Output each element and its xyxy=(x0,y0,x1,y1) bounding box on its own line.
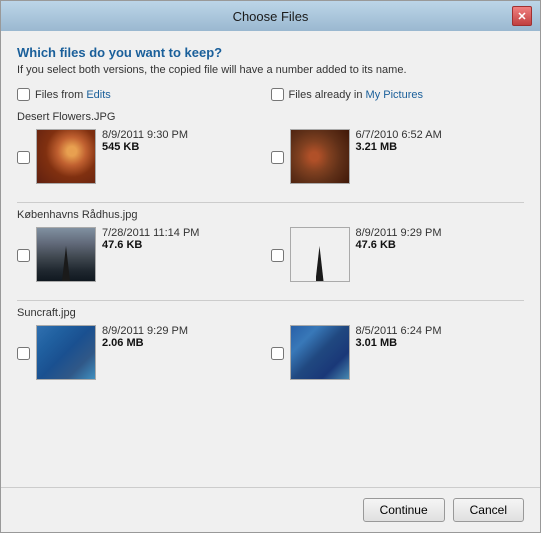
left-column-header: Files from Edits xyxy=(17,88,271,101)
file-checkbox-left-2[interactable] xyxy=(17,347,30,360)
file-date-right-1: 8/9/2011 9:29 PM xyxy=(356,227,442,239)
cancel-button[interactable]: Cancel xyxy=(453,498,524,522)
file-info-right-2: 8/5/2011 6:24 PM 3.01 MB xyxy=(356,325,442,349)
file-date-right-2: 8/5/2011 6:24 PM xyxy=(356,325,442,337)
continue-button[interactable]: Continue xyxy=(363,498,445,522)
file-group-1: Københavns Rådhus.jpg 7/28/2011 11:14 PM… xyxy=(17,209,524,286)
file-name-1: Københavns Rådhus.jpg xyxy=(17,209,524,221)
subtitle-text: If you select both versions, the copied … xyxy=(17,64,524,76)
file-name-0: Desert Flowers.JPG xyxy=(17,111,524,123)
file-size-right-0: 3.21 MB xyxy=(356,141,442,153)
file-size-right-2: 3.01 MB xyxy=(356,337,442,349)
file-size-right-1: 47.6 KB xyxy=(356,239,442,251)
my-pictures-link[interactable]: My Pictures xyxy=(366,89,423,101)
title-bar: Choose Files ✕ xyxy=(1,1,540,31)
file-info-left-1: 7/28/2011 11:14 PM 47.6 KB xyxy=(102,227,199,251)
file-checkbox-right-2[interactable] xyxy=(271,347,284,360)
file-col-right-2: 8/5/2011 6:24 PM 3.01 MB xyxy=(271,325,525,380)
file-group-2: Suncraft.jpg 8/9/2011 9:29 PM 2.06 MB 8/… xyxy=(17,307,524,384)
thumbnail-right-1 xyxy=(290,227,350,282)
spire-left xyxy=(62,246,70,281)
file-info-right-0: 6/7/2010 6:52 AM 3.21 MB xyxy=(356,129,442,153)
dialog-footer: Continue Cancel xyxy=(1,487,540,532)
file-group-0: Desert Flowers.JPG 8/9/2011 9:30 PM 545 … xyxy=(17,111,524,188)
file-col-right-0: 6/7/2010 6:52 AM 3.21 MB xyxy=(271,129,525,184)
question-text: Which files do you want to keep? xyxy=(17,45,524,60)
file-name-2: Suncraft.jpg xyxy=(17,307,524,319)
file-size-left-1: 47.6 KB xyxy=(102,239,199,251)
right-column-header: Files already in My Pictures xyxy=(271,88,525,101)
thumbnail-right-2 xyxy=(290,325,350,380)
file-date-left-1: 7/28/2011 11:14 PM xyxy=(102,227,199,239)
edits-link[interactable]: Edits xyxy=(86,89,110,101)
divider-2 xyxy=(17,300,524,301)
file-checkbox-left-1[interactable] xyxy=(17,249,30,262)
divider-1 xyxy=(17,202,524,203)
file-info-right-1: 8/9/2011 9:29 PM 47.6 KB xyxy=(356,227,442,251)
file-date-right-0: 6/7/2010 6:52 AM xyxy=(356,129,442,141)
file-checkbox-left-0[interactable] xyxy=(17,151,30,164)
file-date-left-2: 8/9/2011 9:29 PM xyxy=(102,325,188,337)
file-col-right-1: 8/9/2011 9:29 PM 47.6 KB xyxy=(271,227,525,282)
file-row-1: 7/28/2011 11:14 PM 47.6 KB 8/9/2011 9:29… xyxy=(17,227,524,282)
spire-right xyxy=(316,246,324,281)
thumbnail-left-1 xyxy=(36,227,96,282)
file-col-left-1: 7/28/2011 11:14 PM 47.6 KB xyxy=(17,227,271,282)
file-row-0: 8/9/2011 9:30 PM 545 KB 6/7/2010 6:52 AM… xyxy=(17,129,524,184)
thumbnail-left-0 xyxy=(36,129,96,184)
file-size-left-2: 2.06 MB xyxy=(102,337,188,349)
left-column-checkbox[interactable] xyxy=(17,88,30,101)
window-title: Choose Files xyxy=(29,9,512,24)
close-button[interactable]: ✕ xyxy=(512,6,532,26)
dialog-window: Choose Files ✕ Which files do you want t… xyxy=(0,0,541,533)
file-date-left-0: 8/9/2011 9:30 PM xyxy=(102,129,188,141)
file-info-left-0: 8/9/2011 9:30 PM 545 KB xyxy=(102,129,188,153)
file-row-2: 8/9/2011 9:29 PM 2.06 MB 8/5/2011 6:24 P… xyxy=(17,325,524,380)
thumbnail-left-2 xyxy=(36,325,96,380)
columns-header: Files from Edits Files already in My Pic… xyxy=(17,88,524,101)
file-checkbox-right-0[interactable] xyxy=(271,151,284,164)
dialog-content: Which files do you want to keep? If you … xyxy=(1,31,540,487)
thumbnail-right-0 xyxy=(290,129,350,184)
file-col-left-2: 8/9/2011 9:29 PM 2.06 MB xyxy=(17,325,271,380)
file-col-left-0: 8/9/2011 9:30 PM 545 KB xyxy=(17,129,271,184)
file-size-left-0: 545 KB xyxy=(102,141,188,153)
right-column-checkbox[interactable] xyxy=(271,88,284,101)
file-info-left-2: 8/9/2011 9:29 PM 2.06 MB xyxy=(102,325,188,349)
file-checkbox-right-1[interactable] xyxy=(271,249,284,262)
